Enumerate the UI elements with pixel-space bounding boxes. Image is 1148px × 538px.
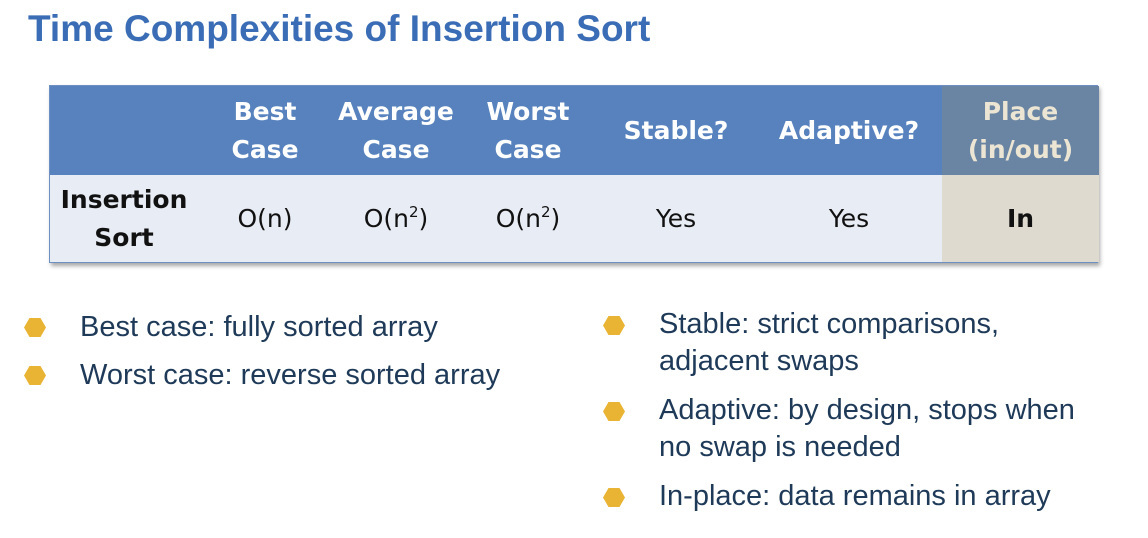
left-bullet-list: Best case: fully sorted array Worst case…: [24, 309, 501, 405]
worst-close: ): [550, 203, 561, 233]
average-base: O(n: [363, 203, 409, 233]
hexagon-bullet-icon: [24, 366, 46, 385]
table-row: Insertion Sort O(n) O(n2) O(n2) Yes Yes …: [50, 175, 1099, 262]
hexagon-bullet-icon: [603, 402, 625, 421]
header-best-line2: Case: [231, 134, 299, 164]
bullet-text-line1: Adaptive: by design, stops when: [659, 394, 1075, 426]
worst-exponent: 2: [540, 202, 551, 221]
average-exponent: 2: [408, 202, 419, 221]
slide-title: Time Complexities of Insertion Sort: [28, 8, 651, 49]
bullet-text-line2: no swap is needed: [659, 431, 901, 463]
header-average-line1: Average: [338, 96, 454, 126]
row-algorithm-name: Insertion Sort: [50, 175, 198, 262]
list-item: Worst case: reverse sorted array: [24, 357, 501, 394]
list-item: Adaptive: by design, stops when no swap …: [603, 392, 1139, 466]
cell-worst-case: O(n2): [460, 175, 596, 262]
bullet-text-line1: Stable: strict comparisons,: [659, 308, 1000, 340]
hexagon-bullet-icon: [603, 488, 625, 507]
header-blank: [50, 86, 198, 175]
cell-adaptive: Yes: [756, 175, 942, 262]
hexagon-bullet-icon: [603, 316, 625, 335]
bullet-text-line2: adjacent swaps: [659, 345, 859, 377]
row-name-line2: Sort: [94, 222, 154, 252]
average-close: ): [418, 203, 429, 233]
header-worst-line1: Worst: [486, 96, 570, 126]
header-place: Place (in/out): [942, 86, 1099, 175]
cell-place: In: [942, 175, 1099, 262]
right-bullet-list: Stable: strict comparisons, adjacent swa…: [603, 306, 1139, 527]
row-name-line1: Insertion: [60, 184, 188, 214]
header-place-line1: Place: [982, 96, 1059, 126]
bullet-text: Worst case: reverse sorted array: [80, 359, 501, 391]
header-average-case: Average Case: [332, 86, 460, 175]
bullet-text: Best case: fully sorted array: [80, 311, 438, 343]
list-item: In-place: data remains in array: [603, 478, 1139, 515]
worst-base: O(n: [495, 203, 541, 233]
header-stable: Stable?: [596, 86, 756, 175]
complexity-table: Best Case Average Case Worst Case Stable…: [49, 85, 1099, 263]
header-adaptive: Adaptive?: [756, 86, 942, 175]
bullet-text-line1: In-place: data remains in array: [659, 480, 1051, 512]
header-best-line1: Best: [233, 96, 297, 126]
table-header-row: Best Case Average Case Worst Case Stable…: [50, 86, 1099, 175]
cell-average-case: O(n2): [332, 175, 460, 262]
list-item: Best case: fully sorted array: [24, 309, 500, 346]
header-average-line2: Case: [362, 134, 430, 164]
header-worst-case: Worst Case: [460, 86, 596, 175]
cell-best-case: O(n): [198, 175, 332, 262]
header-best-case: Best Case: [198, 86, 332, 175]
cell-stable: Yes: [596, 175, 756, 262]
header-worst-line2: Case: [494, 134, 562, 164]
hexagon-bullet-icon: [24, 318, 46, 337]
header-place-line2: (in/out): [967, 134, 1074, 164]
list-item: Stable: strict comparisons, adjacent swa…: [603, 306, 1139, 380]
